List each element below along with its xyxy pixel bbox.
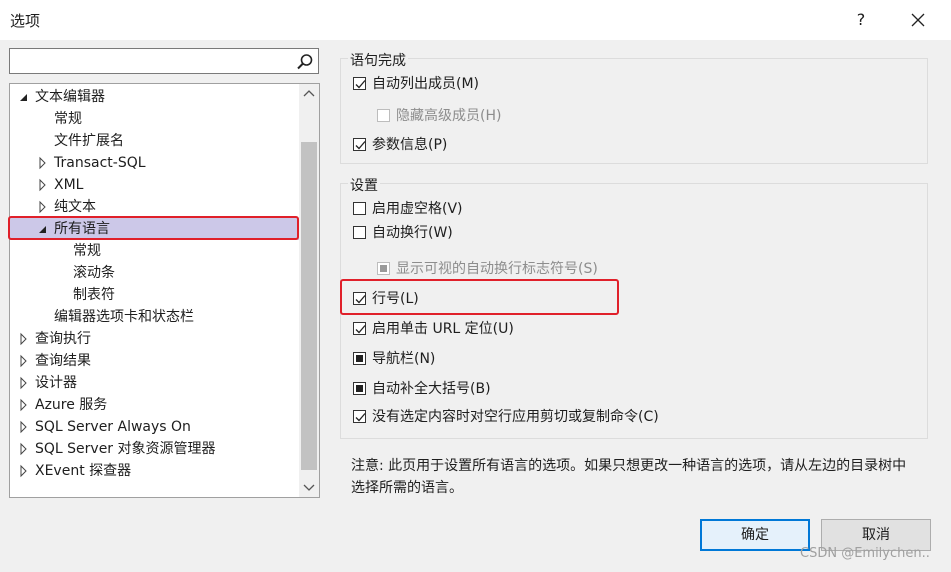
note-text: 注意: 此页用于设置所有语言的选项。如果只想更改一种语言的选项，请从左边的目录树… [351, 458, 907, 496]
options-tree[interactable]: 文本编辑器 常规 文件扩展名 Transact-SQL XML 纯文本 所有语言 常规 滚动条制… [9, 83, 320, 498]
tree-item[interactable]: 查询结果 [20, 350, 91, 372]
statement-completion-title: 语句完成 [348, 50, 408, 70]
tree-highlight-box [8, 216, 299, 240]
expand-arrow-icon[interactable] [19, 350, 29, 372]
settings-title: 设置 [348, 175, 380, 195]
checkbox-indeterminate-icon[interactable] [353, 382, 366, 395]
tree-item[interactable]: 设计器 [20, 372, 77, 394]
option-label: 没有选定内容时对空行应用剪切或复制命令(C) [372, 409, 659, 425]
search-input[interactable] [9, 48, 319, 74]
expand-arrow-icon[interactable] [19, 460, 29, 482]
line-number-highlight-box [340, 279, 619, 315]
tree-item-label: Transact-SQL [54, 155, 146, 171]
tree-scrollbar[interactable] [299, 84, 319, 497]
tree-item-label: 制表符 [73, 287, 115, 303]
tree-item[interactable]: 常规 [73, 240, 101, 262]
checkbox-checked-icon[interactable] [353, 322, 366, 335]
option-label: 参数信息(P) [372, 137, 448, 153]
tree-item-label: XML [54, 177, 84, 193]
tree-item-label: 纯文本 [54, 199, 96, 215]
checkbox-indeterminate-icon [377, 262, 390, 275]
tree-item-label: Azure 服务 [35, 397, 108, 413]
ok-button[interactable]: 确定 [700, 519, 810, 551]
option-label: 启用虚空格(V) [372, 201, 463, 217]
checkbox-checked-icon[interactable] [353, 77, 366, 90]
option-label: 隐藏高级成员(H) [396, 108, 502, 124]
expand-arrow-icon[interactable] [19, 394, 29, 416]
expand-arrow-icon[interactable] [38, 196, 48, 218]
option-label: 显示可视的自动换行标志符号(S) [396, 261, 598, 277]
window-title: 选项 [10, 12, 41, 30]
options-dialog: 选项 ? 文本编辑器 常规 文件扩展名 Transact-SQL XML 纯文本 所有语言常… [0, 0, 951, 572]
collapse-arrow-icon[interactable] [19, 86, 29, 108]
option-label: 自动列出成员(M) [372, 76, 480, 92]
expand-arrow-icon[interactable] [19, 438, 29, 460]
checkbox-checked-icon[interactable] [353, 410, 366, 423]
close-button[interactable] [903, 6, 933, 34]
expand-arrow-icon[interactable] [19, 416, 29, 438]
option-label: 导航栏(N) [372, 351, 436, 367]
scroll-up-icon[interactable] [299, 84, 319, 104]
checkbox-indeterminate-icon[interactable] [353, 352, 366, 365]
tree-item-label: 常规 [54, 111, 82, 127]
option-label: 自动补全大括号(B) [372, 381, 491, 397]
close-icon [911, 13, 925, 27]
checkbox-unchecked-icon[interactable] [353, 202, 366, 215]
scroll-down-icon[interactable] [299, 477, 319, 497]
tree-item-label: 文本编辑器 [35, 89, 105, 105]
scroll-thumb[interactable] [301, 142, 317, 470]
tree-item[interactable]: 文件扩展名 [54, 130, 124, 152]
tree-item[interactable]: 滚动条 [73, 262, 115, 284]
tree-item[interactable]: 常规 [54, 108, 82, 130]
tree-item[interactable]: XML [39, 174, 84, 196]
tree-item[interactable]: Transact-SQL [39, 152, 146, 174]
tree-item-label: 设计器 [35, 375, 77, 391]
search-icon[interactable] [296, 53, 314, 71]
tree-item-label: SQL Server Always On [35, 419, 191, 435]
expand-arrow-icon[interactable] [38, 174, 48, 196]
tree-item[interactable]: SQL Server Always On [20, 416, 191, 438]
option-label: 自动换行(W) [372, 225, 453, 241]
help-button[interactable]: ? [847, 6, 875, 34]
tree-item[interactable]: XEvent 探查器 [20, 460, 132, 482]
tree-item-label: 文件扩展名 [54, 133, 124, 149]
tree-item-label: 查询结果 [35, 353, 91, 369]
tree-item[interactable]: 制表符 [73, 284, 115, 306]
expand-arrow-icon[interactable] [19, 372, 29, 394]
expand-arrow-icon[interactable] [38, 152, 48, 174]
title-bar: 选项 ? [0, 0, 951, 40]
checkbox-unchecked-icon [377, 109, 390, 122]
tree-item[interactable]: SQL Server 对象资源管理器 [20, 438, 216, 460]
tree-item-label: XEvent 探查器 [35, 463, 132, 479]
tree-item[interactable]: 编辑器选项卡和状态栏 [54, 306, 194, 328]
tree-item-label: 查询执行 [35, 331, 91, 347]
tree-item-label: 常规 [73, 243, 101, 259]
tree-item[interactable]: 查询执行 [20, 328, 91, 350]
watermark: CSDN @Emilychen.. [800, 546, 930, 561]
checkbox-checked-icon[interactable] [353, 138, 366, 151]
tree-item-label: 编辑器选项卡和状态栏 [54, 309, 194, 325]
tree-item-label: 滚动条 [73, 265, 115, 281]
tree-item[interactable]: 文本编辑器 [20, 86, 105, 108]
checkbox-unchecked-icon[interactable] [353, 226, 366, 239]
tree-item-label: SQL Server 对象资源管理器 [35, 441, 216, 457]
expand-arrow-icon[interactable] [19, 328, 29, 350]
tree-item[interactable]: Azure 服务 [20, 394, 108, 416]
option-label: 启用单击 URL 定位(U) [372, 321, 514, 337]
tree-item[interactable]: 纯文本 [39, 196, 96, 218]
